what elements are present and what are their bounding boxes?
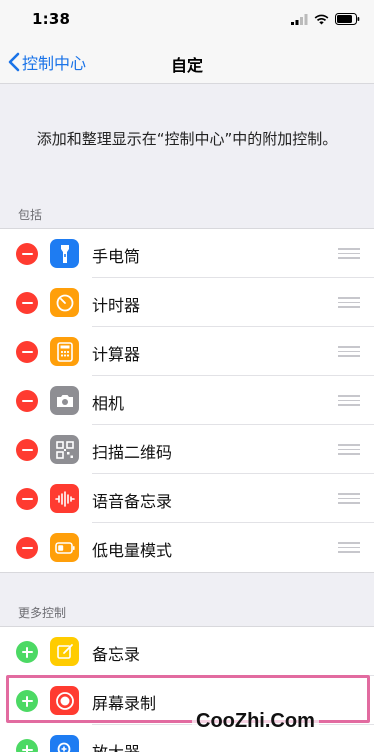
status-icons [291, 13, 360, 25]
notes-icon [50, 637, 79, 666]
row-label: 相机 [92, 394, 125, 413]
row-label: 语音备忘录 [92, 492, 173, 511]
reorder-handle-icon[interactable] [338, 444, 360, 456]
list-item: 低电量模式 [0, 523, 374, 572]
list-item: 语音备忘录 [0, 474, 374, 523]
magnifier-icon [50, 735, 79, 752]
reorder-handle-icon[interactable] [338, 493, 360, 505]
included-controls-list: 手电筒 计时器 计算器 相机 扫描二维码 语音备忘录 低电量模式 [0, 228, 374, 573]
row-label: 计时器 [92, 296, 141, 315]
list-item: 计算器 [0, 327, 374, 376]
timer-icon [50, 288, 79, 317]
remove-button[interactable] [16, 439, 38, 461]
page-title: 自定 [170, 56, 203, 75]
row-label: 扫描二维码 [92, 443, 173, 462]
section-header-included: 包括 [18, 208, 43, 222]
section-header-more: 更多控制 [18, 606, 67, 620]
list-item: 扫描二维码 [0, 425, 374, 474]
row-label: 备忘录 [92, 645, 141, 664]
reorder-handle-icon[interactable] [338, 297, 360, 309]
intro-text: 添加和整理显示在“控制中心”中的附加控制。 [36, 130, 338, 148]
voice-memo-icon [50, 484, 79, 513]
row-label: 低电量模式 [92, 541, 173, 560]
status-time: 1:38 [32, 10, 71, 28]
nav-bar: 控制中心 自定 [0, 40, 374, 84]
reorder-handle-icon[interactable] [338, 248, 360, 260]
reorder-handle-icon[interactable] [338, 395, 360, 407]
list-item: 手电筒 [0, 229, 374, 278]
cellular-signal-icon [291, 13, 308, 25]
camera-icon [50, 386, 79, 415]
remove-button[interactable] [16, 537, 38, 559]
screen-record-icon [50, 686, 79, 715]
row-label: 放大器 [92, 739, 140, 752]
more-controls-list: 备忘录 屏幕录制 放大器 [0, 626, 374, 752]
qr-code-icon [50, 435, 79, 464]
list-item: 备忘录 [0, 627, 374, 676]
remove-button[interactable] [16, 243, 38, 265]
list-item: 计时器 [0, 278, 374, 327]
remove-button[interactable] [16, 390, 38, 412]
row-label: 屏幕录制 [92, 694, 157, 713]
remove-button[interactable] [16, 292, 38, 314]
list-item: 相机 [0, 376, 374, 425]
remove-button[interactable] [16, 488, 38, 510]
add-button[interactable] [16, 739, 38, 752]
status-bar: 1:38 [0, 0, 374, 40]
calculator-icon [50, 337, 79, 366]
reorder-handle-icon[interactable] [338, 542, 360, 554]
battery-icon [335, 13, 360, 25]
row-label: 计算器 [92, 345, 141, 364]
row-label: 手电筒 [92, 247, 141, 266]
reorder-handle-icon[interactable] [338, 346, 360, 358]
watermark: CooZhi.Com [192, 710, 319, 733]
flashlight-icon [50, 239, 79, 268]
add-button[interactable] [16, 641, 38, 663]
remove-button[interactable] [16, 341, 38, 363]
wifi-icon [314, 14, 329, 24]
add-button[interactable] [16, 690, 38, 712]
low-power-icon [50, 533, 79, 562]
